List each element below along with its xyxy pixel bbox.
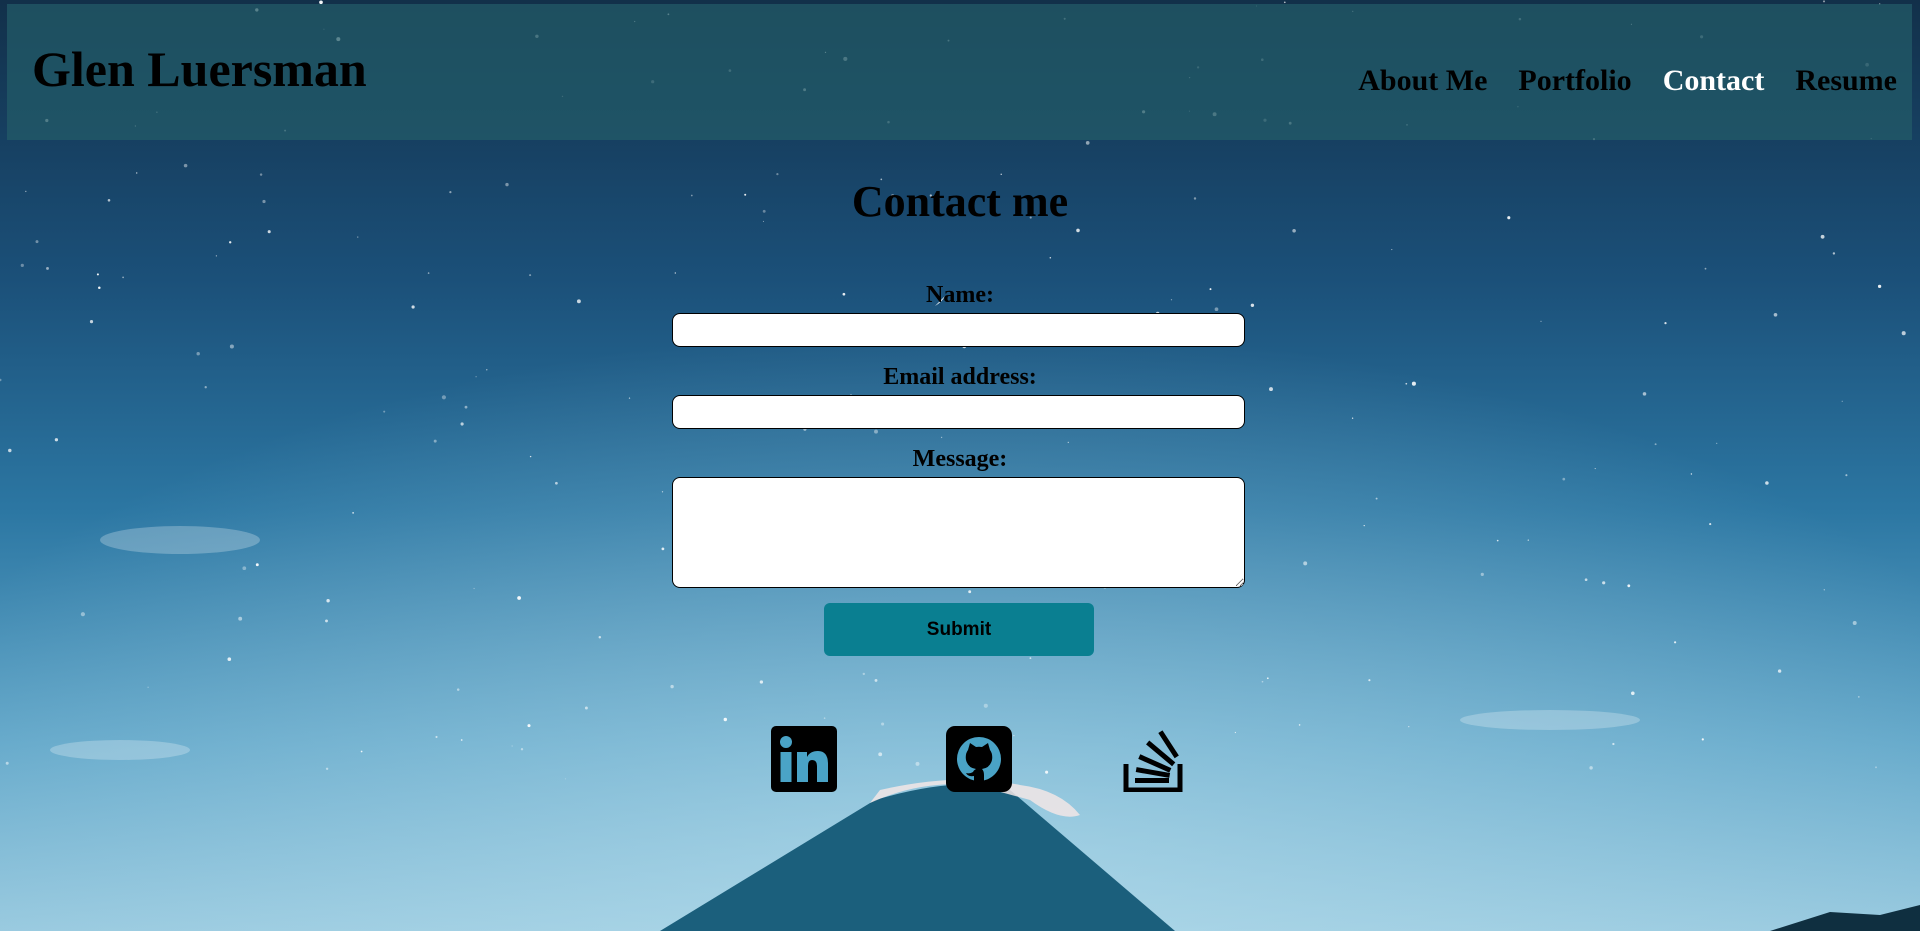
stackoverflow-link[interactable] bbox=[1120, 726, 1186, 793]
contact-heading: Contact me bbox=[851, 177, 1069, 226]
contact-section: Contact me Name: Email address: Message:… bbox=[0, 0, 1920, 931]
submit-button[interactable]: Submit bbox=[824, 603, 1094, 656]
email-input[interactable] bbox=[672, 395, 1245, 429]
linkedin-link[interactable] bbox=[771, 726, 837, 792]
github-link[interactable] bbox=[946, 726, 1012, 792]
name-label: Name: bbox=[926, 282, 994, 308]
message-textarea[interactable] bbox=[672, 477, 1245, 588]
message-label: Message: bbox=[912, 446, 1008, 472]
linkedin-icon bbox=[771, 726, 837, 792]
name-input[interactable] bbox=[672, 313, 1245, 347]
github-icon bbox=[946, 726, 1012, 792]
stackoverflow-icon bbox=[1123, 730, 1183, 793]
email-label: Email address: bbox=[883, 364, 1037, 390]
